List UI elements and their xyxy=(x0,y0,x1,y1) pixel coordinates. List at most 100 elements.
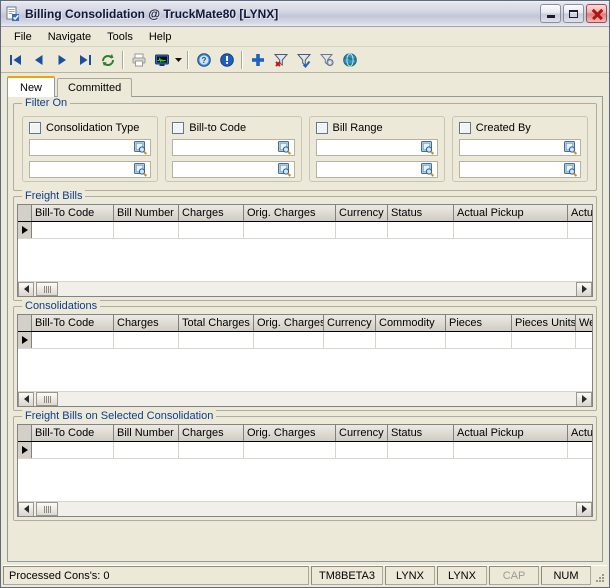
table-row[interactable] xyxy=(18,332,592,349)
table-cell[interactable] xyxy=(388,442,454,458)
table-cell[interactable] xyxy=(254,332,324,348)
table-row[interactable] xyxy=(18,442,592,459)
scroll-right-button[interactable] xyxy=(576,392,592,407)
resize-grip[interactable] xyxy=(593,566,607,585)
minimize-button[interactable] xyxy=(540,4,561,23)
column-header[interactable]: Orig. Charges xyxy=(244,205,336,221)
edit-filter-button[interactable] xyxy=(315,49,338,71)
bill-range-to-input[interactable] xyxy=(316,161,438,178)
column-header[interactable]: Pieces Units xyxy=(512,315,576,331)
table-row[interactable] xyxy=(18,222,592,239)
menu-file[interactable]: File xyxy=(6,29,40,45)
table-cell[interactable] xyxy=(568,222,593,238)
previous-record-button[interactable] xyxy=(27,49,50,71)
scroll-left-button[interactable] xyxy=(18,392,34,407)
column-header[interactable]: Currency xyxy=(324,315,376,331)
consolidation-type-to-input[interactable] xyxy=(29,161,151,178)
column-header[interactable]: Currency xyxy=(336,425,388,441)
scrollbar-thumb[interactable] xyxy=(36,392,58,406)
table-cell[interactable] xyxy=(324,332,376,348)
horizontal-scrollbar[interactable] xyxy=(18,391,592,406)
filter-bill-range-checkbox[interactable] xyxy=(316,122,328,134)
table-cell[interactable] xyxy=(114,442,179,458)
column-header[interactable]: Orig. Charges xyxy=(254,315,324,331)
table-cell[interactable] xyxy=(244,222,336,238)
refresh-button[interactable] xyxy=(96,49,119,71)
column-header[interactable]: Actual Pickup xyxy=(454,425,568,441)
table-cell[interactable] xyxy=(376,332,446,348)
info-button[interactable] xyxy=(215,49,238,71)
horizontal-scrollbar[interactable] xyxy=(18,501,592,516)
bill-to-code-to-input[interactable] xyxy=(172,161,294,178)
column-header[interactable]: Charges xyxy=(179,205,244,221)
menu-tools[interactable]: Tools xyxy=(99,29,141,45)
last-record-button[interactable] xyxy=(73,49,96,71)
table-cell[interactable] xyxy=(454,442,568,458)
bill-range-from-input[interactable] xyxy=(316,139,438,156)
column-header[interactable]: Bill-To Code xyxy=(32,425,114,441)
column-header[interactable]: Actual Delive xyxy=(568,205,593,221)
table-cell[interactable] xyxy=(179,332,254,348)
table-cell[interactable] xyxy=(179,222,244,238)
print-button[interactable] xyxy=(127,49,150,71)
column-header[interactable]: Orig. Charges xyxy=(244,425,336,441)
table-cell[interactable] xyxy=(388,222,454,238)
column-header[interactable]: Status xyxy=(388,205,454,221)
tab-committed[interactable]: Committed xyxy=(57,78,132,97)
table-cell[interactable] xyxy=(512,332,576,348)
scrollbar-thumb[interactable] xyxy=(36,282,58,296)
tab-new[interactable]: New xyxy=(7,76,55,97)
table-cell[interactable] xyxy=(114,332,179,348)
close-button[interactable] xyxy=(586,4,607,23)
monitor-button[interactable] xyxy=(150,49,173,71)
table-cell[interactable] xyxy=(179,442,244,458)
globe-button[interactable] xyxy=(338,49,361,71)
lookup-search-icon[interactable] xyxy=(277,140,292,155)
table-cell[interactable] xyxy=(454,222,568,238)
maximize-button[interactable] xyxy=(563,4,584,23)
column-header[interactable]: Bill Number xyxy=(114,205,179,221)
bill-to-code-from-input[interactable] xyxy=(172,139,294,156)
apply-filter-button[interactable] xyxy=(292,49,315,71)
table-cell[interactable] xyxy=(336,442,388,458)
add-button[interactable] xyxy=(246,49,269,71)
grid-select-all-corner[interactable] xyxy=(18,425,32,441)
scrollbar-thumb[interactable] xyxy=(36,502,58,516)
lookup-search-icon[interactable] xyxy=(563,140,578,155)
table-cell[interactable] xyxy=(32,222,114,238)
menu-navigate[interactable]: Navigate xyxy=(40,29,99,45)
scroll-right-button[interactable] xyxy=(576,502,592,517)
table-cell[interactable] xyxy=(576,332,593,348)
column-header[interactable]: Bill-To Code xyxy=(32,205,114,221)
grid-select-all-corner[interactable] xyxy=(18,205,32,221)
column-header[interactable]: Charges xyxy=(114,315,179,331)
lookup-search-icon[interactable] xyxy=(563,162,578,177)
lookup-search-icon[interactable] xyxy=(420,140,435,155)
column-header[interactable]: Status xyxy=(388,425,454,441)
filter-bill-to-code-checkbox[interactable] xyxy=(172,122,184,134)
lookup-search-icon[interactable] xyxy=(133,140,148,155)
column-header[interactable]: Weight xyxy=(576,315,593,331)
column-header[interactable]: Currency xyxy=(336,205,388,221)
column-header[interactable]: Bill-To Code xyxy=(32,315,114,331)
filter-consolidation-type-checkbox[interactable] xyxy=(29,122,41,134)
menu-help[interactable]: Help xyxy=(141,29,180,45)
column-header[interactable]: Total Charges xyxy=(179,315,254,331)
freight-bills-grid[interactable]: Bill-To CodeBill NumberChargesOrig. Char… xyxy=(17,204,593,297)
lookup-search-icon[interactable] xyxy=(133,162,148,177)
filter-created-by-checkbox[interactable] xyxy=(459,122,471,134)
title-bar[interactable]: Billing Consolidation @ TruckMate80 [LYN… xyxy=(1,1,609,27)
column-header[interactable]: Charges xyxy=(179,425,244,441)
table-cell[interactable] xyxy=(32,442,114,458)
scroll-left-button[interactable] xyxy=(18,502,34,517)
column-header[interactable]: Pieces xyxy=(446,315,512,331)
created-by-to-input[interactable] xyxy=(459,161,581,178)
next-record-button[interactable] xyxy=(50,49,73,71)
table-cell[interactable] xyxy=(336,222,388,238)
column-header[interactable]: Actual Pickup xyxy=(454,205,568,221)
consolidations-grid[interactable]: Bill-To CodeChargesTotal ChargesOrig. Ch… xyxy=(17,314,593,407)
lookup-search-icon[interactable] xyxy=(420,162,435,177)
lookup-search-icon[interactable] xyxy=(277,162,292,177)
created-by-from-input[interactable] xyxy=(459,139,581,156)
column-header[interactable]: Commodity xyxy=(376,315,446,331)
